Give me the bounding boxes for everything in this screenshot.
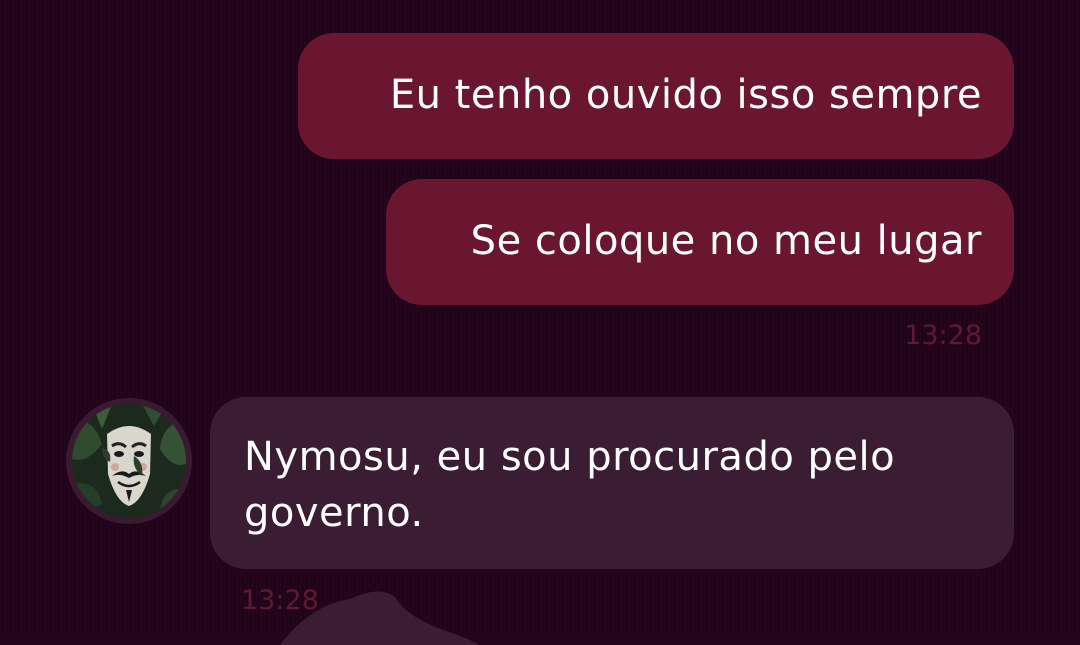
outgoing-message[interactable]: Se coloque no meu lugar [386, 179, 1014, 305]
message-text: Eu tenho ouvido isso sempre [389, 72, 982, 118]
incoming-message[interactable]: Nymosu, eu sou procurado pelo governo. [210, 397, 1014, 569]
message-text: Nymosu, eu sou procurado pelo governo. [244, 434, 896, 536]
chat-view: Eu tenho ouvido isso sempre Se coloque n… [0, 0, 1080, 645]
avatar[interactable] [66, 398, 192, 524]
outgoing-message[interactable]: Eu tenho ouvido isso sempre [298, 33, 1014, 159]
guy-fawkes-mask-avatar-icon [72, 404, 186, 518]
partial-message-bubble [280, 591, 480, 645]
message-timestamp: 13:28 [904, 320, 982, 351]
message-text: Se coloque no meu lugar [470, 218, 982, 264]
